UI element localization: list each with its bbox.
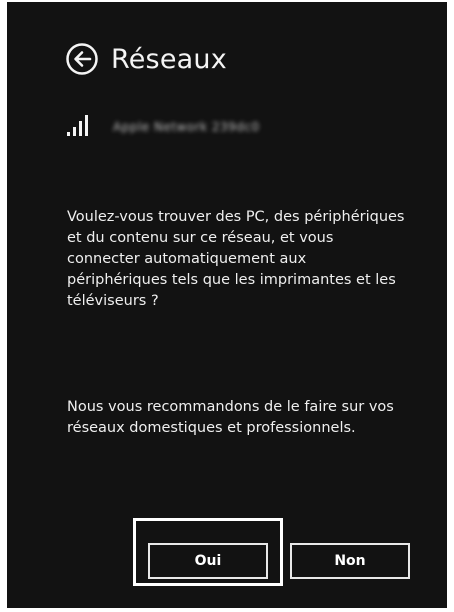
network-sharing-panel: Réseaux Apple Network 239dc0 Voulez-vous…	[7, 2, 447, 608]
back-arrow-circle-icon[interactable]	[65, 42, 99, 76]
network-name: Apple Network 239dc0	[113, 120, 260, 134]
yes-button[interactable]: Oui	[148, 543, 268, 579]
panel-header: Réseaux	[65, 42, 227, 76]
wifi-signal-bars-icon	[67, 115, 88, 136]
page-title: Réseaux	[111, 43, 227, 75]
no-button[interactable]: Non	[290, 543, 410, 579]
discovery-question: Voulez-vous trouver des PC, des périphér…	[67, 209, 405, 309]
recommendation-text: Nous vous recommandons de le faire sur v…	[67, 399, 394, 436]
network-row: Apple Network 239dc0	[67, 114, 260, 136]
